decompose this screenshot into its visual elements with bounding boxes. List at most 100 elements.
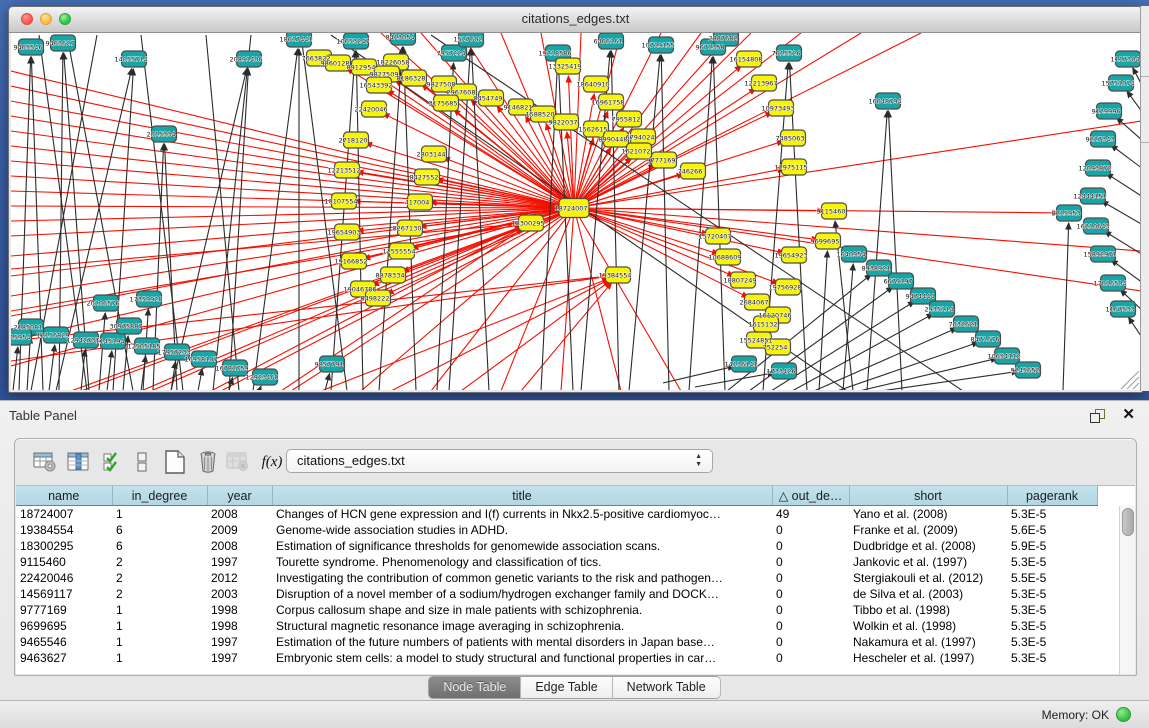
graph-node-label: 417004 — [405, 199, 430, 207]
node-table[interactable]: namein_degreeyeartitle△ out_de…shortpage… — [16, 485, 1135, 674]
graph-node-label: 2887682 — [709, 35, 738, 43]
graph-node-label: 19756928 — [768, 284, 801, 292]
delete-table-icon[interactable] — [224, 448, 252, 476]
column-header[interactable]: pagerank — [1007, 486, 1097, 506]
table-tabs: Node TableEdge TableNetwork Table — [0, 676, 1149, 699]
graph-node-label: 16961758 — [591, 99, 624, 107]
column-header[interactable]: short — [849, 486, 1007, 506]
graph-node-label: 2803144 — [417, 151, 446, 159]
graph-node-label: 16154808 — [729, 56, 762, 64]
graph-node-label: 19384554 — [598, 272, 631, 280]
graph-node-label: 17016504 — [1093, 280, 1126, 288]
network-window: citations_edges.txt 18724007183002951938… — [8, 6, 1143, 393]
memory-ok-icon — [1116, 707, 1131, 722]
table-panel: Table Panel ✕ — [0, 400, 1149, 728]
window-titlebar[interactable]: citations_edges.txt — [9, 7, 1142, 33]
delete-icon[interactable] — [194, 448, 222, 476]
graph-node-label: 746266 — [678, 168, 703, 176]
graph-node-label: 19654903 — [327, 229, 360, 237]
graph-node-label: 7957224 — [437, 50, 466, 58]
graph-node-label: 18107554 — [324, 198, 357, 206]
graph-node-label: 3175685 — [429, 100, 458, 108]
graph-node-label: 22420046 — [354, 106, 387, 114]
graph-node-label: 10654112 — [987, 353, 1020, 361]
graph-node-label: 13325419 — [548, 63, 581, 71]
graph-node-label: 1117304 — [1111, 56, 1140, 64]
graph-node-label: 7485063 — [776, 135, 805, 143]
graph-node-label: 2967608 — [447, 89, 476, 97]
graph-node-label: 1527602 — [454, 36, 483, 44]
tab-node-table[interactable]: Node Table — [428, 676, 521, 699]
table-panel-title: Table Panel — [9, 408, 77, 423]
graph-node-label: 7615526 — [772, 50, 801, 58]
column-header[interactable]: name — [16, 486, 112, 506]
select-checked-icon[interactable] — [99, 448, 127, 476]
table-settings-icon[interactable] — [31, 448, 59, 476]
graph-node-label: 2185081 — [14, 324, 43, 332]
graph-node-label: 16210643 — [1076, 223, 1109, 231]
table-row[interactable]: 2242004622012Investigating the contribut… — [16, 570, 1097, 586]
graph-node-label: 12444151 — [1073, 193, 1106, 201]
graph-node-label: 6466161 — [594, 38, 623, 46]
table-row[interactable]: 1872400712008Changes of HCN gene express… — [16, 506, 1097, 523]
function-builder-icon[interactable]: f(x) — [258, 448, 286, 476]
table-select-combobox[interactable]: citations_edges.txt ▲▼ — [286, 449, 713, 473]
graph-node-label: 8454749 — [474, 95, 503, 103]
table-panel-header: Table Panel ✕ — [0, 401, 1149, 431]
graph-node-label: 1588520 — [526, 111, 555, 119]
selection-boxes-icon[interactable] — [128, 448, 156, 476]
table-row[interactable]: 977716911998Corpus callosum shape and si… — [16, 602, 1097, 618]
close-panel-icon[interactable]: ✕ — [1122, 407, 1135, 423]
graph-node-label: 8878334 — [376, 272, 405, 280]
graph-node-label: 1640954 — [837, 251, 866, 259]
graph-node-label: 30975887 — [109, 323, 142, 331]
graph-node-label: 19654923 — [774, 252, 807, 260]
graph-node-label: 12555554 — [382, 248, 415, 256]
graph-node-label: 2718120 — [339, 137, 368, 145]
graph-node-label: 10688609 — [708, 254, 741, 262]
network-graph[interactable]: 1872400718300295193845549465546946362714… — [11, 33, 1140, 390]
table-row[interactable]: 1830029562008Estimation of significance … — [16, 538, 1097, 554]
graph-node-label: 9827509 — [370, 71, 399, 79]
table-row[interactable]: 911546021997Tourette syndrome. Phenomeno… — [16, 554, 1097, 570]
tab-network-table[interactable]: Network Table — [613, 676, 721, 699]
graph-node-label: 8267130 — [393, 225, 422, 233]
table-row[interactable]: 946362711997Embryonic stem cells: a mode… — [16, 650, 1097, 666]
graph-node-label: 20206576 — [86, 300, 119, 308]
graph-node-label: 8413054 — [386, 34, 415, 42]
column-header[interactable]: in_degree — [112, 486, 207, 506]
network-canvas[interactable]: 1872400718300295193845549465546946362714… — [11, 33, 1140, 390]
new-table-icon[interactable] — [161, 448, 189, 476]
table-row[interactable]: 1938455462009Genome-wide association stu… — [16, 522, 1097, 538]
graph-node-label: 20891406 — [229, 56, 262, 64]
graph-node-label: 1733426 — [767, 368, 796, 376]
graph-node-label: 9699695 — [811, 238, 840, 246]
graph-node-label: 2684067 — [740, 299, 769, 307]
graph-node-label: 8938921 — [862, 265, 891, 273]
table-scrollbar[interactable] — [1119, 506, 1135, 674]
graph-node-label: 9671358 — [696, 44, 725, 52]
table-row[interactable]: 969969511998Structural magnetic resonanc… — [16, 618, 1097, 634]
graph-node-label: 10719155 — [641, 42, 674, 50]
table-panel-body: f(x) citations_edges.txt ▲▼ namein_degre… — [14, 438, 1137, 676]
graph-node-label: 12093872 — [1078, 165, 1111, 173]
column-header[interactable]: title — [272, 486, 772, 506]
column-header[interactable]: △ out_de… — [772, 486, 849, 506]
graph-node-label: 1615132 — [749, 321, 778, 329]
graph-node-label: 16958107 — [184, 356, 217, 364]
table-row[interactable]: 946554611997Estimation of the future num… — [16, 634, 1097, 650]
table-scrollbar-thumb[interactable] — [1122, 508, 1134, 536]
graph-node-label: 8990448 — [599, 136, 628, 144]
tab-edge-table[interactable]: Edge Table — [521, 676, 612, 699]
graph-node-label: 12156829 — [36, 332, 69, 340]
graph-node-label: 19166852 — [334, 258, 367, 266]
graph-node-label: 9227343 — [1086, 136, 1115, 144]
graph-node-label: 17359928 — [129, 296, 162, 304]
graph-node-label: 18640910 — [576, 81, 609, 89]
graph-node-label: 9777169 — [647, 157, 676, 165]
table-row[interactable]: 1456911722003Disruption of a novel membe… — [16, 586, 1097, 602]
show-columns-icon[interactable] — [65, 448, 93, 476]
column-header[interactable]: year — [207, 486, 272, 506]
window-resize-grip[interactable] — [1121, 371, 1139, 389]
float-panel-icon[interactable] — [1090, 409, 1105, 423]
